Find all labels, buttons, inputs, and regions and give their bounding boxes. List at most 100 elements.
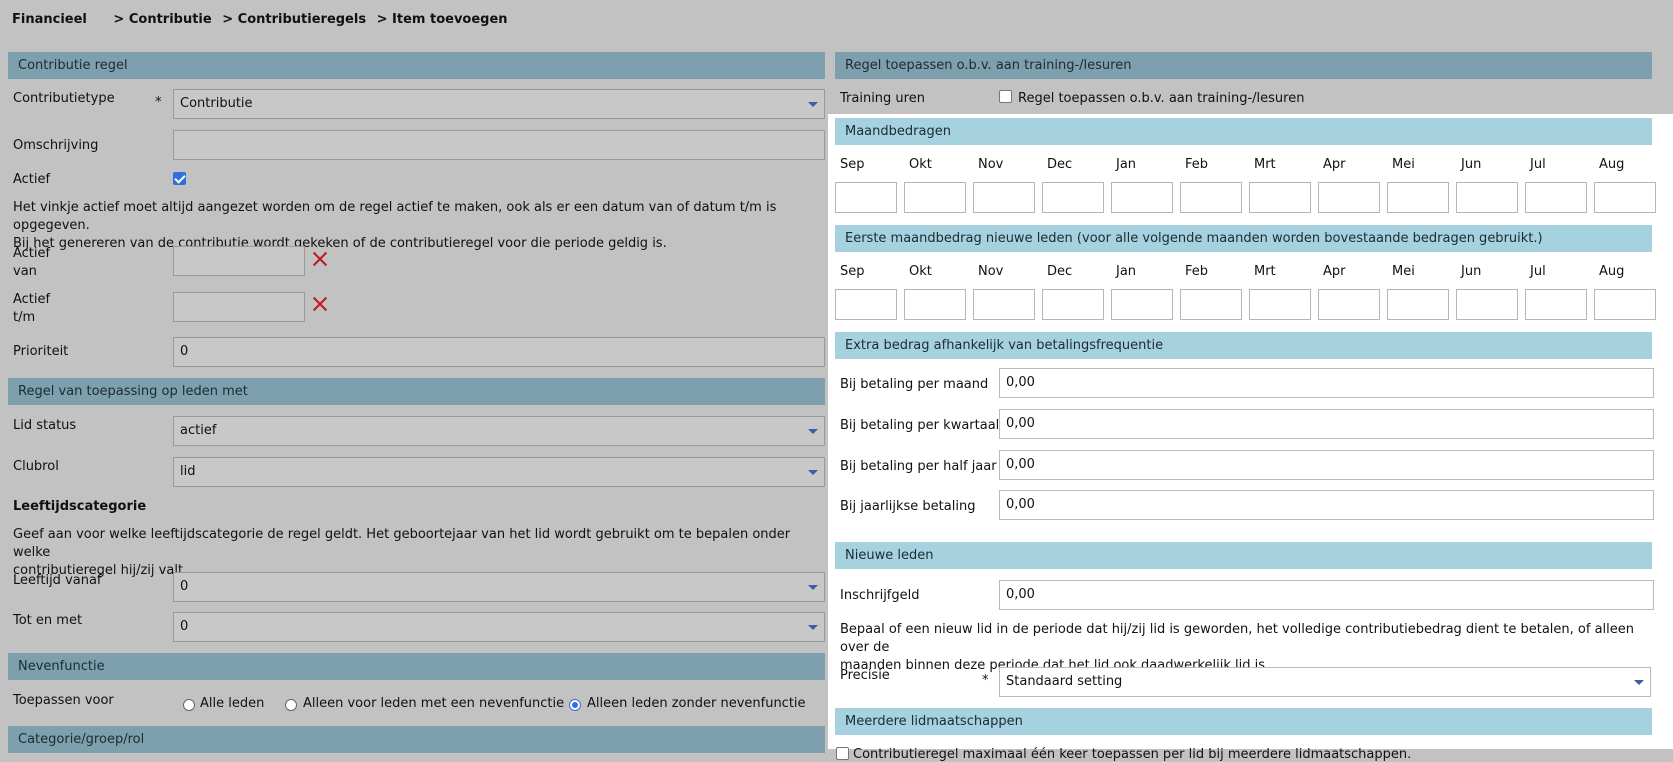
eerste-maandbedrag-month-label-dec: Dec [1047, 264, 1073, 279]
breadcrumb: Financieel > Contributie > Contributiere… [12, 12, 508, 27]
eerste-maandbedrag-month-label-apr: Apr [1323, 264, 1346, 279]
radio-zonder-nevenfunctie[interactable] [569, 699, 581, 711]
precisie-select[interactable]: Standaard setting [999, 667, 1651, 697]
eerste-maandbedrag-month-input-jan[interactable] [1111, 289, 1173, 320]
maandbedrag-month-input-nov[interactable] [973, 182, 1035, 213]
eerste-maandbedrag-month-label-jan: Jan [1116, 264, 1137, 279]
actief-tm-date-input[interactable] [173, 292, 305, 322]
breadcrumb-financieel[interactable]: Financieel [12, 12, 87, 27]
per-maand-input[interactable]: 0,00 [999, 368, 1654, 398]
eerste-maandbedrag-month-label-sep: Sep [840, 264, 865, 279]
prioriteit-input[interactable]: 0 [173, 337, 825, 367]
section-header-meerdere-lidmaatschappen: Meerdere lidmaatschappen [835, 708, 1652, 735]
eerste-maandbedrag-month-input-jun[interactable] [1456, 289, 1518, 320]
clear-date-icon[interactable] [312, 296, 328, 312]
tot-en-met-select[interactable]: 0 [173, 612, 825, 642]
section-header-nieuwe-leden: Nieuwe leden [835, 542, 1652, 569]
maandbedrag-month-input-apr[interactable] [1318, 182, 1380, 213]
actief-van-date-input[interactable] [173, 246, 305, 276]
meerdere-lidmaatschappen-checkbox[interactable] [836, 747, 849, 760]
lid-status-select[interactable]: actief [173, 416, 825, 446]
maandbedrag-month-label-jul: Jul [1530, 157, 1546, 172]
required-mark: * [155, 95, 162, 110]
contributietype-select[interactable]: Contributie [173, 89, 825, 119]
jaarlijks-input[interactable]: 0,00 [999, 490, 1654, 520]
maandbedrag-month-input-feb[interactable] [1180, 182, 1242, 213]
maandbedrag-month-input-jan[interactable] [1111, 182, 1173, 213]
eerste-maandbedrag-month-input-dec[interactable] [1042, 289, 1104, 320]
actief-label: Actief [13, 172, 51, 187]
per-kwartaal-input[interactable]: 0,00 [999, 409, 1654, 439]
chevron-down-icon [808, 429, 818, 434]
eerste-maandbedrag-month-label-mei: Mei [1392, 264, 1415, 279]
maandbedrag-month-input-aug[interactable] [1594, 182, 1656, 213]
prioriteit-label: Prioriteit [13, 344, 69, 359]
maandbedrag-month-input-sep[interactable] [835, 182, 897, 213]
lid-status-value: actief [180, 423, 217, 438]
eerste-maandbedrag-month-label-feb: Feb [1185, 264, 1209, 279]
eerste-maandbedrag-month-input-mrt[interactable] [1249, 289, 1311, 320]
maandbedrag-month-input-mrt[interactable] [1249, 182, 1311, 213]
chevron-down-icon [808, 102, 818, 107]
contributietype-label: Contributietype [13, 91, 115, 106]
maandbedrag-month-input-mei[interactable] [1387, 182, 1449, 213]
actief-checkbox[interactable] [173, 172, 186, 185]
section-header-regel-toepassing: Regel van toepassing op leden met [8, 378, 825, 405]
required-mark: * [982, 673, 989, 688]
per-halfjaar-input[interactable]: 0,00 [999, 450, 1654, 480]
lid-status-label: Lid status [13, 418, 77, 433]
breadcrumb-contributie[interactable]: Contributie [129, 12, 212, 27]
eerste-maandbedrag-month-input-mei[interactable] [1387, 289, 1449, 320]
radio-alle-leden[interactable] [183, 699, 195, 711]
radio-met-nevenfunctie[interactable] [285, 699, 297, 711]
eerste-maandbedrag-month-input-feb[interactable] [1180, 289, 1242, 320]
actief-tm-label: Actief t/m [13, 291, 50, 327]
section-header-nevenfunctie: Nevenfunctie [8, 653, 825, 680]
maandbedrag-month-label-feb: Feb [1185, 157, 1209, 172]
omschrijving-label: Omschrijving [13, 138, 99, 153]
maandbedrag-month-input-okt[interactable] [904, 182, 966, 213]
maandbedrag-month-label-jun: Jun [1461, 157, 1482, 172]
leeftijd-vanaf-label: Leeftijd vanaf [13, 573, 102, 588]
eerste-maandbedrag-month-input-sep[interactable] [835, 289, 897, 320]
breadcrumb-item-toevoegen: Item toevoegen [392, 12, 508, 27]
nieuwe-leden-info-line-1: Bepaal of een nieuw lid in de periode da… [840, 622, 1634, 655]
precisie-label: Precisie [840, 668, 890, 683]
maandbedrag-month-input-jul[interactable] [1525, 182, 1587, 213]
breadcrumb-contributieregels[interactable]: Contributieregels [238, 12, 366, 27]
maandbedrag-month-label-okt: Okt [909, 157, 932, 172]
actief-info-line-2: Bij het genereren van de contributie wor… [13, 236, 667, 251]
leeftijd-vanaf-value: 0 [180, 579, 189, 594]
eerste-maandbedrag-month-input-apr[interactable] [1318, 289, 1380, 320]
eerste-maandbedrag-month-label-okt: Okt [909, 264, 932, 279]
training-uren-checkbox[interactable] [999, 90, 1012, 103]
radio-alle-leden-label[interactable]: Alle leden [200, 696, 264, 711]
chevron-down-icon [808, 585, 818, 590]
radio-zonder-nevenfunctie-label[interactable]: Alleen leden zonder nevenfunctie [587, 696, 806, 711]
radio-met-nevenfunctie-label[interactable]: Alleen voor leden met een nevenfunctie [303, 696, 564, 711]
actief-tm-label-line-1: Actief [13, 292, 51, 307]
breadcrumb-separator: > [376, 12, 388, 27]
training-uren-checkbox-label[interactable]: Regel toepassen o.b.v. aan training-/les… [1018, 91, 1304, 106]
actief-info-text: Het vinkje actief moet altijd aangezet w… [13, 199, 825, 253]
eerste-maandbedrag-month-input-jul[interactable] [1525, 289, 1587, 320]
maandbedrag-month-label-dec: Dec [1047, 157, 1073, 172]
jaarlijks-label: Bij jaarlijkse betaling [840, 499, 976, 514]
omschrijving-input[interactable] [173, 130, 825, 160]
inschrijfgeld-input[interactable]: 0,00 [999, 580, 1654, 610]
eerste-maandbedrag-month-input-aug[interactable] [1594, 289, 1656, 320]
eerste-maandbedrag-month-label-jul: Jul [1530, 264, 1546, 279]
clear-date-icon[interactable] [312, 251, 328, 267]
actief-van-label-line-2: van [13, 264, 37, 279]
leeftijd-vanaf-select[interactable]: 0 [173, 572, 825, 602]
breadcrumb-separator: > [113, 12, 125, 27]
maandbedrag-month-input-jun[interactable] [1456, 182, 1518, 213]
section-header-extra-bedrag: Extra bedrag afhankelijk van betalingsfr… [835, 332, 1652, 359]
eerste-maandbedrag-month-label-nov: Nov [978, 264, 1004, 279]
clubrol-select[interactable]: lid [173, 457, 825, 487]
actief-info-line-1: Het vinkje actief moet altijd aangezet w… [13, 200, 777, 233]
eerste-maandbedrag-month-input-okt[interactable] [904, 289, 966, 320]
leeftijd-info-line-1: Geef aan voor welke leeftijdscategorie d… [13, 527, 791, 560]
eerste-maandbedrag-month-input-nov[interactable] [973, 289, 1035, 320]
maandbedrag-month-input-dec[interactable] [1042, 182, 1104, 213]
